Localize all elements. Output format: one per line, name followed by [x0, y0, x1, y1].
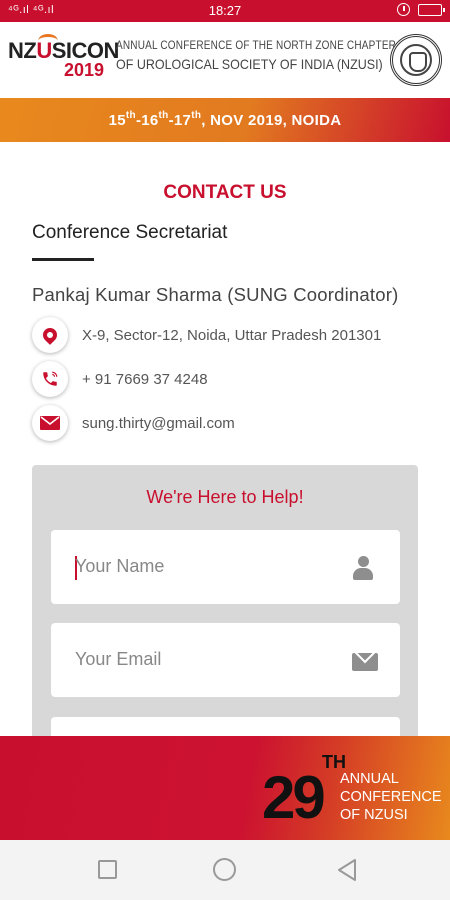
logo-swoosh	[38, 34, 58, 48]
phone-icon[interactable]	[32, 361, 68, 397]
triangle-back-icon	[338, 859, 356, 881]
help-form-card: We're Here to Help!	[32, 465, 418, 791]
status-icons	[397, 3, 445, 16]
date-banner: 15th-16th-17th, NOV 2019, NOIDA	[0, 98, 450, 142]
nzusicon-logo: NZUSICON 2019	[8, 34, 119, 82]
name-input[interactable]	[75, 556, 335, 577]
address-row: X-9, Sector-12, Noida, Uttar Pradesh 201…	[32, 317, 381, 353]
recent-apps-button[interactable]	[96, 858, 120, 882]
logo-year: 2019	[63, 60, 104, 80]
subtitle-underline	[32, 258, 94, 261]
name-field[interactable]	[51, 530, 400, 604]
usi-seal-icon	[390, 34, 442, 86]
header-line-1: ANNUAL CONFERENCE OF THE NORTH ZONE CHAP…	[116, 40, 397, 53]
section-subtitle: Conference Secretariat	[32, 222, 228, 243]
email-row[interactable]: sung.thirty@gmail.com	[32, 405, 235, 441]
home-button[interactable]	[213, 858, 237, 882]
email-input[interactable]	[75, 649, 335, 670]
conference-banner: TH 29 ANNUAL CONFERENCE OF NZUSI	[0, 736, 450, 840]
address-text: X-9, Sector-12, Noida, Uttar Pradesh 201…	[82, 326, 382, 344]
mail-icon[interactable]	[32, 405, 68, 441]
location-pin-icon	[32, 317, 68, 353]
circle-icon	[213, 858, 236, 881]
date-text: 15th-16th-17th, NOV 2019, NOIDA	[108, 110, 342, 129]
phone-row[interactable]: + 91 7669 37 4248	[32, 361, 208, 397]
back-button[interactable]	[336, 858, 360, 882]
form-title: We're Here to Help!	[146, 487, 304, 507]
header-line-2: OF UROLOGICAL SOCIETY OF INDIA (NZUSI)	[116, 57, 383, 73]
system-nav-bar	[0, 840, 450, 900]
banner-number: 29	[262, 764, 326, 831]
envelope-icon	[352, 649, 378, 673]
battery-icon	[418, 3, 445, 16]
square-icon	[98, 860, 117, 879]
status-bar: ⁴ᴳ.ıl ⁴ᴳ.ıl 18:27	[0, 0, 450, 22]
status-time: 18:27	[208, 3, 242, 18]
header-title: ANNUAL CONFERENCE OF THE NORTH ZONE CHAP…	[116, 40, 397, 73]
email-text[interactable]: sung.thirty@gmail.com	[82, 415, 235, 432]
contact-person: Pankaj Kumar Sharma (SUNG Coordinator)	[32, 284, 399, 305]
page-title: CONTACT US	[163, 182, 287, 203]
banner-text: ANNUAL CONFERENCE OF NZUSI	[340, 771, 442, 823]
app-header: NZUSICON 2019 ANNUAL CONFERENCE OF THE N…	[0, 22, 450, 98]
user-icon	[352, 556, 374, 580]
email-field[interactable]	[51, 623, 400, 697]
alarm-icon	[397, 3, 410, 16]
phone-text[interactable]: + 91 7669 37 4248	[82, 371, 208, 388]
